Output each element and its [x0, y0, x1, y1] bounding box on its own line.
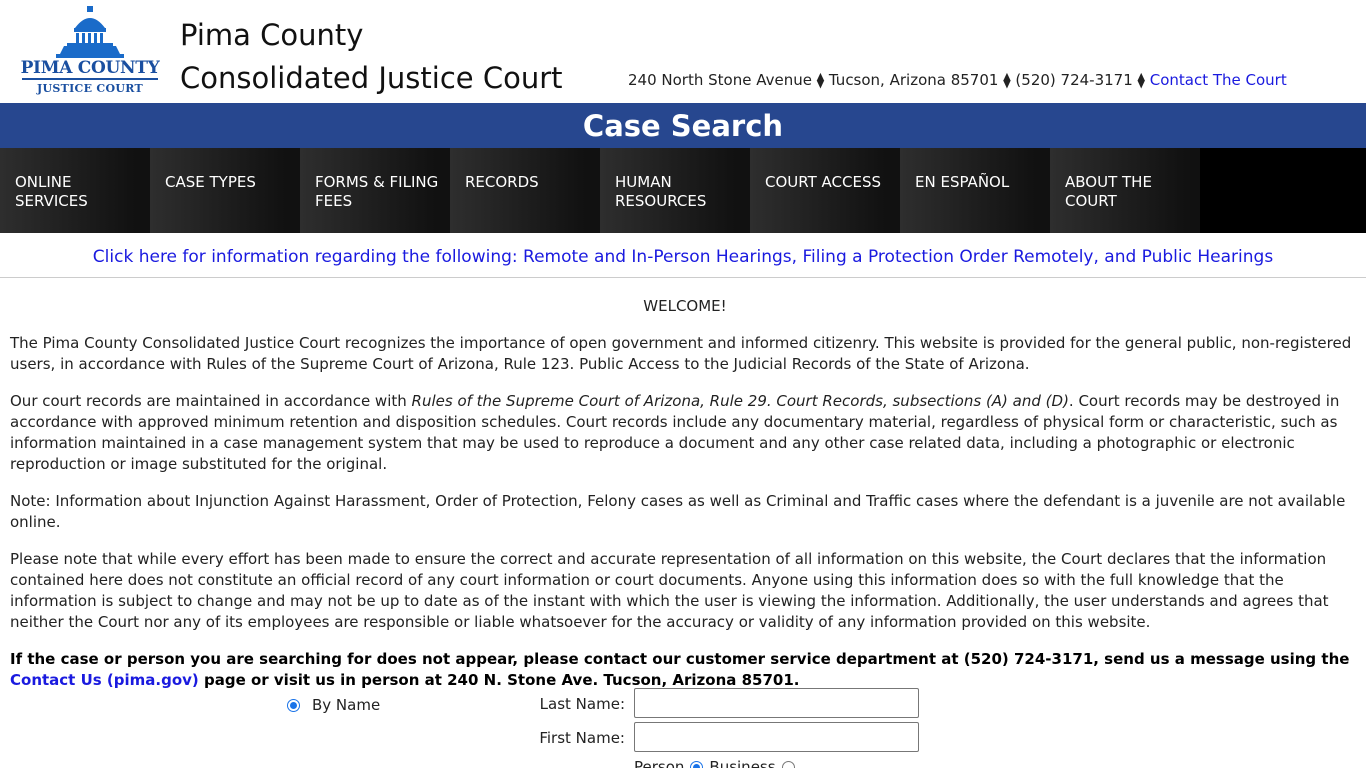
court-name-line2: Consolidated Justice Court: [180, 61, 563, 95]
nav-item-about-the-court[interactable]: ABOUT THE COURT: [1050, 148, 1200, 233]
by-name-label: By Name: [312, 696, 381, 714]
person-radio[interactable]: [690, 760, 704, 768]
site-header: PIMA COUNTY JUSTICE COURT Pima County Co…: [0, 0, 1366, 103]
last-name-input[interactable]: [634, 688, 919, 718]
intro-paragraph: The Pima County Consolidated Justice Cou…: [10, 334, 1352, 373]
nav-item-online-services[interactable]: ONLINE SERVICES: [0, 148, 150, 233]
search-by-name-option[interactable]: By Name: [287, 696, 380, 714]
separator-diamond-icon: ⧫: [1137, 71, 1145, 89]
court-name: Pima County Consolidated Justice Court: [180, 14, 563, 100]
nav-item-forms-filing-fees[interactable]: FORMS & FILING FEES: [300, 148, 450, 233]
hearings-info-link[interactable]: Click here for information regarding the…: [93, 247, 1273, 267]
disclaimer-paragraph: Please note that while every effort has …: [10, 550, 1329, 631]
court-contact-info: 240 North Stone Avenue ⧫ Tucson, Arizona…: [628, 71, 1287, 89]
court-address: 240 North Stone Avenue: [628, 71, 812, 89]
welcome-content: WELCOME! The Pima County Consolidated Ju…: [10, 296, 1360, 707]
nav-item-en-espanol[interactable]: EN ESPAÑOL: [900, 148, 1050, 233]
nav-item-case-types[interactable]: CASE TYPES: [150, 148, 300, 233]
court-city: Tucson, Arizona 85701: [828, 71, 999, 89]
last-name-label: Last Name:: [539, 695, 625, 713]
case-search-form: By Name Last Name: First Name: Person Bu…: [0, 686, 1366, 768]
rule-29-citation: Rules of the Supreme Court of Arizona, R…: [411, 392, 1069, 410]
nav-item-human-resources[interactable]: HUMAN RESOURCES: [600, 148, 750, 233]
main-nav: ONLINE SERVICES CASE TYPES FORMS & FILIN…: [0, 148, 1366, 233]
courthouse-dome-icon: [56, 6, 124, 58]
business-radio[interactable]: [781, 760, 795, 768]
notice-banner: Click here for information regarding the…: [0, 233, 1366, 278]
records-text-1: Our court records are maintained in acco…: [10, 392, 412, 410]
by-name-radio[interactable]: [287, 698, 300, 712]
logo-title: PIMA COUNTY: [20, 58, 160, 78]
contact-paragraph: If the case or person you are searching …: [10, 649, 1360, 691]
court-name-line1: Pima County: [180, 18, 364, 52]
contact-text-1: If the case or person you are searching …: [10, 650, 1350, 668]
nav-item-records[interactable]: RECORDS: [450, 148, 600, 233]
first-name-input[interactable]: [634, 722, 919, 752]
page-title: Case Search: [0, 103, 1366, 148]
separator-diamond-icon: ⧫: [1003, 71, 1011, 89]
logo-subtitle: JUSTICE COURT: [36, 82, 143, 95]
business-label: Business: [709, 758, 776, 768]
contact-the-court-link[interactable]: Contact The Court: [1150, 71, 1287, 89]
first-name-label: First Name:: [539, 729, 625, 747]
logo-divider: [22, 78, 158, 80]
separator-diamond-icon: ⧫: [816, 71, 825, 89]
person-label: Person: [634, 758, 685, 768]
availability-note: Note: Information about Injunction Again…: [10, 492, 1346, 531]
nav-item-court-access[interactable]: COURT ACCESS: [750, 148, 900, 233]
welcome-heading: WELCOME!: [643, 297, 727, 315]
records-paragraph: Our court records are maintained in acco…: [10, 391, 1360, 475]
party-type-options: Person Business: [634, 758, 795, 768]
court-phone: (520) 724-3171: [1015, 71, 1133, 89]
pima-county-logo[interactable]: PIMA COUNTY JUSTICE COURT: [20, 6, 160, 96]
